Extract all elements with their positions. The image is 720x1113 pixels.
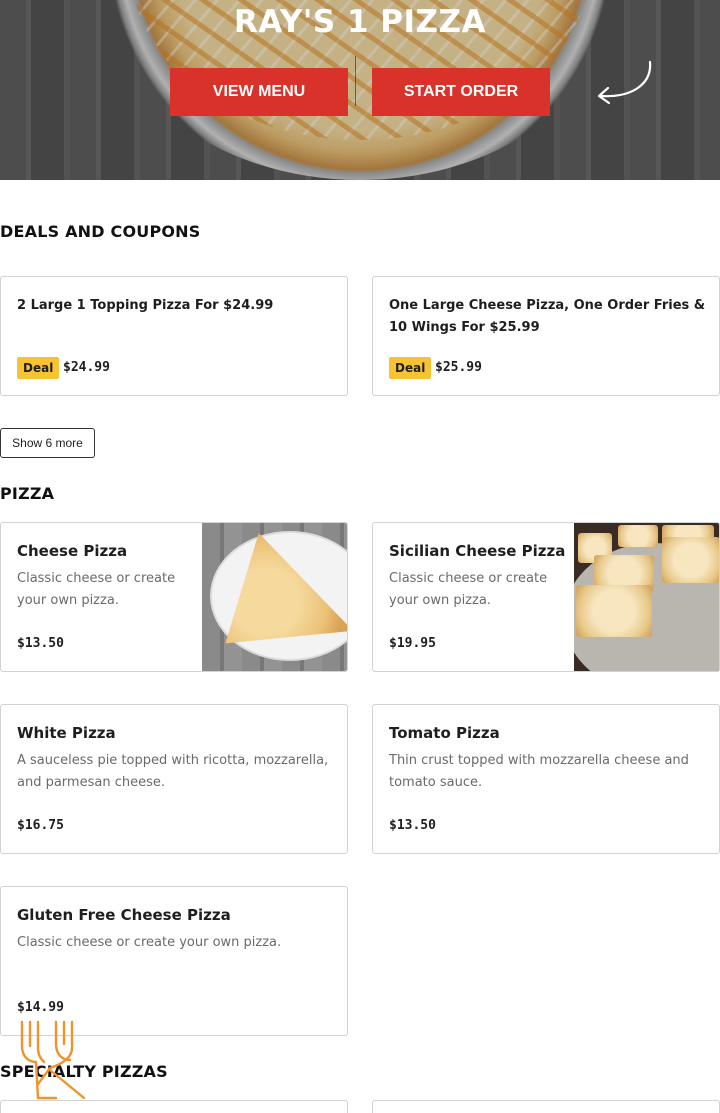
sicilian-pizza-image	[574, 523, 719, 671]
deal-badge: Deal	[17, 357, 60, 379]
item-price: $16.75	[17, 818, 64, 833]
menu-item-card[interactable]: White Pizza A sauceless pie topped with …	[0, 704, 348, 854]
menu-item-card[interactable]: Tomato Pizza Thin crust topped with mozz…	[372, 704, 720, 854]
menu-item-card[interactable]: Sicilian Cheese Pizza Classic cheese or …	[372, 522, 720, 672]
deal-card[interactable]: 2 Large 1 Topping Pizza For $24.99 Deal …	[0, 276, 348, 396]
menu-item-card[interactable]: Cheese Pizza Classic cheese or create yo…	[0, 522, 348, 672]
item-description: Classic cheese or create your own pizza.	[17, 571, 176, 608]
menu-item-card[interactable]	[372, 1100, 720, 1113]
deal-price: $24.99	[63, 360, 110, 375]
start-order-button[interactable]: START ORDER	[372, 68, 550, 116]
deal-card[interactable]: One Large Cheese Pizza, One Order Fries …	[372, 276, 720, 396]
hero-banner: RAY'S 1 PIZZA VIEW MENU START ORDER	[0, 0, 720, 180]
item-name: Tomato Pizza	[389, 724, 500, 742]
item-description: Classic cheese or create your own pizza.	[389, 571, 548, 608]
deals-heading: DEALS AND COUPONS	[0, 222, 201, 241]
item-description: Thin crust topped with mozzarella cheese…	[389, 753, 689, 790]
restaurant-title: RAY'S 1 PIZZA	[233, 4, 487, 40]
item-name: Gluten Free Cheese Pizza	[17, 906, 231, 924]
fork-knife-icon[interactable]	[16, 1018, 90, 1104]
cheese-pizza-image	[202, 523, 347, 671]
item-name: White Pizza	[17, 724, 116, 742]
item-price: $19.95	[389, 636, 436, 651]
item-price: $13.50	[17, 636, 64, 651]
item-description: A sauceless pie topped with ricotta, moz…	[17, 753, 329, 790]
curved-arrow-icon	[597, 60, 652, 105]
item-price: $13.50	[389, 818, 436, 833]
pizza-heading: PIZZA	[0, 484, 55, 503]
deal-badge: Deal	[389, 357, 432, 379]
view-menu-button[interactable]: VIEW MENU	[170, 68, 348, 116]
deal-name: 2 Large 1 Topping Pizza For $24.99	[17, 298, 274, 313]
item-description: Classic cheese or create your own pizza.	[17, 935, 282, 950]
deal-name: One Large Cheese Pizza, One Order Fries …	[389, 298, 706, 335]
item-price: $14.99	[17, 1000, 64, 1015]
deal-price: $25.99	[435, 360, 482, 375]
menu-item-card[interactable]: Gluten Free Cheese Pizza Classic cheese …	[0, 886, 348, 1036]
show-more-button[interactable]: Show 6 more	[0, 428, 95, 458]
item-name: Sicilian Cheese Pizza	[389, 542, 566, 560]
item-name: Cheese Pizza	[17, 542, 128, 560]
